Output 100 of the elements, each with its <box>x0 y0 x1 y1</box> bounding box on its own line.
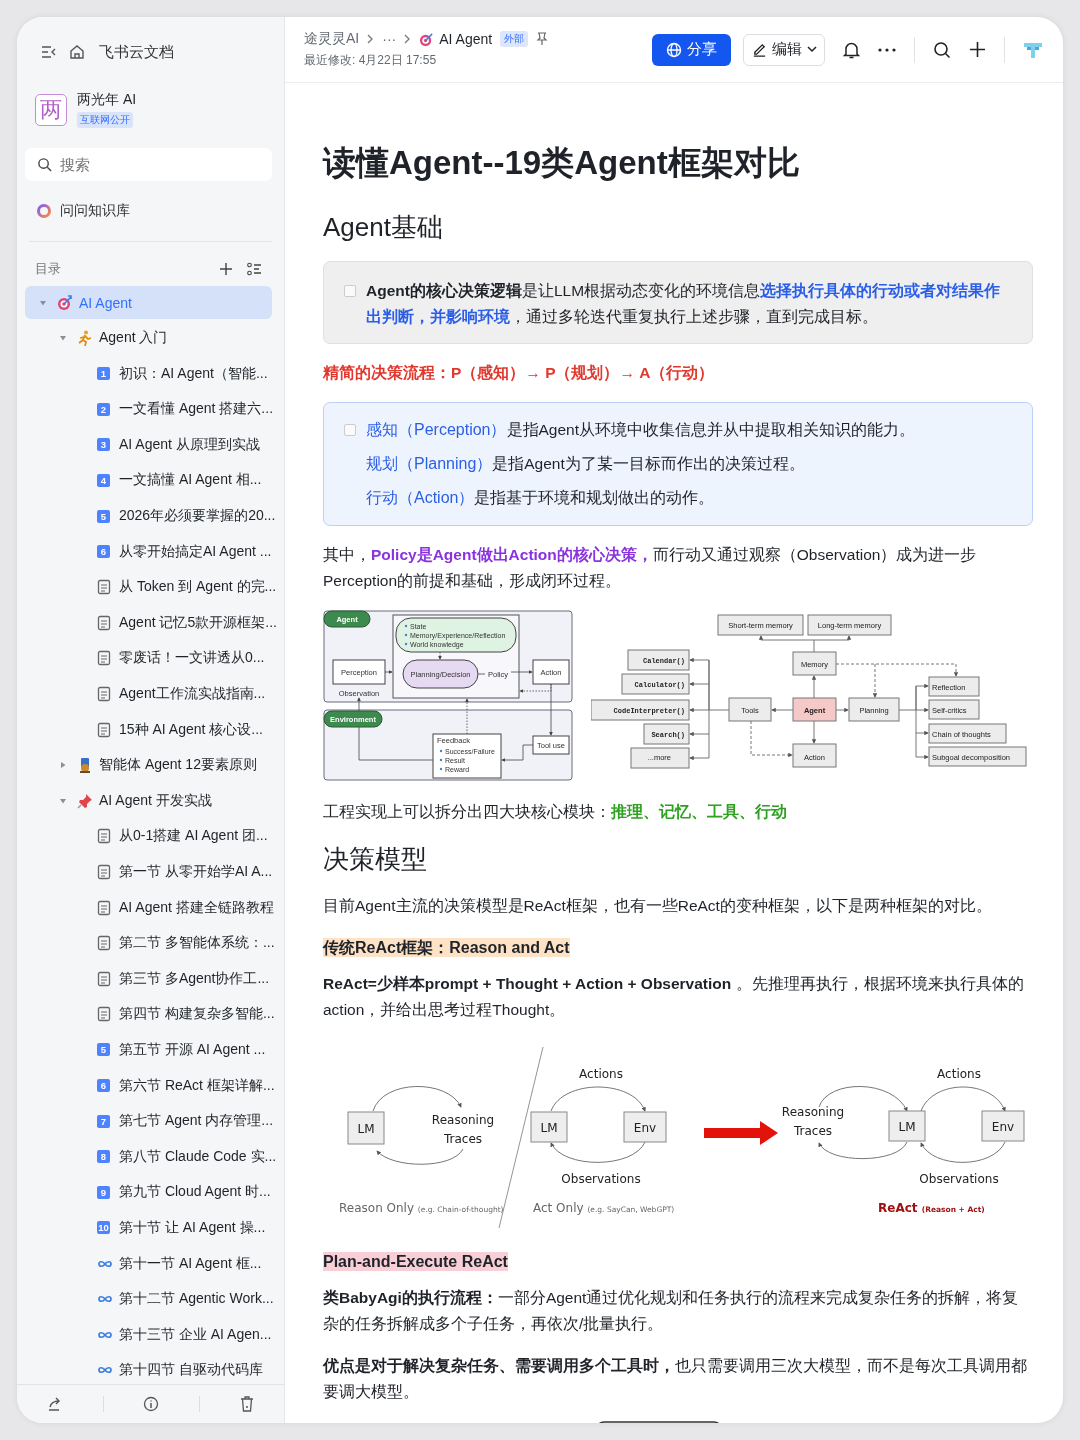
tree-item[interactable]: 10 第十节 让 AI Agent 操... <box>25 1211 272 1245</box>
tree-item[interactable]: Agent 入门 <box>25 321 272 355</box>
link-icon <box>97 1294 113 1305</box>
pin-icon[interactable] <box>536 32 549 46</box>
document-icon <box>97 650 111 667</box>
breadcrumb-link[interactable]: 途灵灵AI <box>304 30 360 48</box>
document-icon <box>97 899 111 916</box>
pencil-icon <box>751 42 767 57</box>
tree-item[interactable]: Agent工作流实战指南... <box>25 677 272 711</box>
tree-item[interactable]: 智能体 Agent 12要素原则 <box>25 748 272 782</box>
info-icon[interactable] <box>143 1396 160 1412</box>
expand-arrow-icon[interactable] <box>59 761 67 770</box>
chevron-right-icon <box>367 34 375 44</box>
ask-knowledge-base-link[interactable]: 问问知识库 <box>60 202 130 220</box>
paragraph: 精简的决策流程：P（感知）→ P（规划）→ A（行动） <box>323 363 716 383</box>
space-name: 两光年 AI <box>77 91 137 109</box>
last-modified: 最近修改: 4月22日 17:55 <box>304 52 438 69</box>
document-icon <box>97 721 111 738</box>
document-icon <box>97 579 111 596</box>
document-icon <box>97 614 111 631</box>
tree-item[interactable]: 4 一文搞懂 AI Agent 相... <box>25 463 272 497</box>
edit-button[interactable]: 编辑 <box>743 33 825 66</box>
tree-item[interactable]: 6 第六节 ReAct 框架详解... <box>25 1069 272 1103</box>
paragraph: ReAct=少样本prompt + Thought + Action + Observation 。先推理再执行，根据环境来执行具体的action，并给出思考过程Thought。 <box>323 974 1025 1020</box>
tree-item[interactable]: 第一节 从零开始学AI A... <box>25 855 272 889</box>
search-icon <box>37 157 52 172</box>
document-title: 读懂Agent--19类Agent框架对比 <box>323 143 801 183</box>
number-badge: 10 <box>97 1221 110 1235</box>
number-badge: 6 <box>97 1079 110 1093</box>
paragraph: 类BabyAgi的执行流程：一部分Agent通过优化规划和任务执行的流程来完成复杂任务的拆解，将复杂的任务拆解成多个子任务，再依次/批量执行。 <box>323 1288 1020 1334</box>
tree-item[interactable]: 7 第七节 Agent 内存管理... <box>25 1104 272 1138</box>
link-icon <box>97 1329 113 1340</box>
tree-item[interactable]: 3 AI Agent 从原理到实战 <box>25 428 272 462</box>
number-badge: 7 <box>97 1114 110 1128</box>
tree-item[interactable]: 第三节 多Agent协作工... <box>25 962 272 996</box>
target-icon <box>419 31 435 47</box>
number-badge: 3 <box>97 438 110 452</box>
section-heading: Agent基础 <box>323 211 444 244</box>
chevron-right-icon <box>404 34 412 44</box>
number-badge: 9 <box>97 1185 110 1199</box>
document-icon <box>97 864 111 880</box>
tree-item[interactable]: AI Agent 搭建全链路教程 <box>25 891 272 925</box>
breadcrumb-link[interactable]: AI Agent <box>439 31 493 47</box>
document-icon <box>97 935 111 952</box>
list-icon[interactable] <box>247 262 262 276</box>
share-button[interactable]: 分享 <box>652 33 731 66</box>
document-icon <box>97 970 111 987</box>
running-figure-icon <box>77 330 93 347</box>
paragraph: 其中，Policy是Agent做出Action的核心决策，而行动又通过观察（Observation）成为进一步Perception的前提和基础，形成闭环过程。 <box>323 545 978 591</box>
tree-item[interactable]: 零废话！一文讲透从0... <box>25 641 272 675</box>
tree-item[interactable]: 第十三节 企业 AI Agen... <box>25 1318 272 1352</box>
tree-item[interactable]: 从0-1搭建 AI Agent 团... <box>25 819 272 853</box>
space-avatar: 两 <box>35 93 67 126</box>
pushpin-icon <box>77 792 93 809</box>
expand-arrow-icon[interactable] <box>59 796 67 805</box>
toc-label: 目录 <box>35 260 62 278</box>
tree-item[interactable]: 15种 AI Agent 核心设... <box>25 713 272 747</box>
visibility-badge: 互联网公开 <box>77 112 133 128</box>
medal-icon <box>77 757 93 774</box>
number-badge: 4 <box>97 473 110 487</box>
tree-item[interactable]: 6 从零开始搞定AI Agent ... <box>25 535 272 569</box>
tree-item[interactable]: 第十四节 自驱动代码库 <box>25 1353 272 1384</box>
tree-item[interactable]: 第十二节 Agentic Work... <box>25 1282 272 1316</box>
paragraph: 工程实现上可以拆分出四大块核心模块：推理、记忆、工具、行动 <box>323 802 788 822</box>
paragraph: 优点是对于解决复杂任务、需要调用多个工具时，也只需要调用三次大模型，而不是每次工具调用都要调大模型。 <box>323 1356 1028 1402</box>
search-field[interactable]: 搜索 <box>25 148 272 181</box>
search-icon[interactable] <box>933 40 951 59</box>
collapse-sidebar-icon[interactable] <box>41 45 57 59</box>
bell-icon[interactable] <box>843 40 860 59</box>
tree-item[interactable]: 9 第九节 Cloud Agent 时... <box>25 1175 272 1209</box>
number-badge: 1 <box>97 367 110 381</box>
number-badge: 2 <box>97 402 110 416</box>
number-badge: 8 <box>97 1150 110 1164</box>
callout-icon <box>344 424 356 436</box>
tree-item[interactable]: 1 初识：AI Agent（智能... <box>25 357 272 391</box>
number-badge: 5 <box>97 509 110 523</box>
highlighted-heading: 传统ReAct框架：Reason and Act <box>323 938 570 957</box>
tree-item[interactable]: 第四节 构建复杂多智能... <box>25 997 272 1031</box>
add-icon[interactable] <box>969 41 986 58</box>
tree-item[interactable]: 第十一节 AI Agent 框... <box>25 1247 272 1281</box>
breadcrumb-link[interactable]: ··· <box>382 31 397 47</box>
callout-icon <box>344 285 356 297</box>
ring-icon <box>36 203 52 219</box>
nav-title[interactable]: 飞书云文档 <box>99 42 174 62</box>
globe-icon <box>666 41 682 58</box>
more-icon[interactable] <box>878 47 896 52</box>
document-icon <box>97 686 111 703</box>
tree-item[interactable]: 5 2026年必须要掌握的20... <box>25 499 272 533</box>
document-icon <box>97 828 111 845</box>
tree-item[interactable]: AI Agent 开发实战 <box>25 784 272 818</box>
link-icon <box>97 1258 113 1269</box>
target-icon <box>57 294 73 311</box>
expand-arrow-icon[interactable] <box>59 334 67 343</box>
app-logo-icon[interactable] <box>1023 40 1043 59</box>
tree-item[interactable]: 第二节 多智能体系统：... <box>25 926 272 960</box>
tree-item[interactable]: 2 一文看懂 Agent 搭建六... <box>25 392 272 426</box>
tree-item[interactable]: 5 第五节 开源 AI Agent ... <box>25 1033 272 1067</box>
home-icon[interactable] <box>69 44 85 60</box>
trash-icon[interactable] <box>240 1396 255 1412</box>
callout-text: 感知（Perception）是指Agent从环境中收集信息并从中提取相关知识的能力。 <box>366 420 915 440</box>
